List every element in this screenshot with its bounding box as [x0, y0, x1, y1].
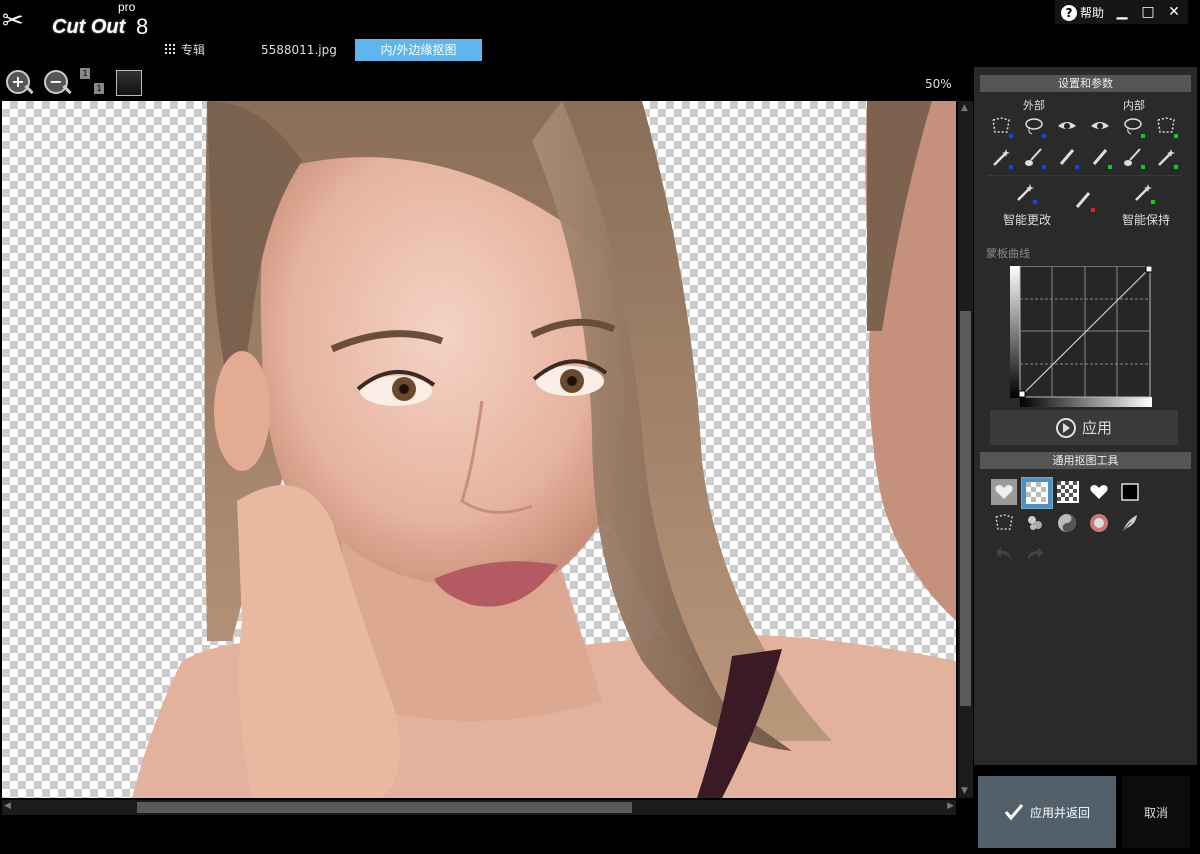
scroll-left-icon[interactable]: ◀: [4, 801, 11, 811]
mask-curve-graph[interactable]: [1010, 266, 1152, 408]
contrast-button[interactable]: [1054, 510, 1080, 536]
logo-edition: pro: [118, 0, 136, 14]
view-black-button[interactable]: [1117, 479, 1143, 505]
inside-lasso-poly-button[interactable]: [1153, 113, 1179, 139]
tools-panel-title: 通用抠图工具: [980, 452, 1191, 469]
actual-size-button[interactable]: 1 1: [80, 68, 106, 98]
polygon-lasso-icon: [995, 514, 1013, 530]
inside-pencil-button[interactable]: [1087, 144, 1113, 170]
feather-icon: [1122, 515, 1137, 532]
eye-icon: [1091, 122, 1109, 129]
undo-button[interactable]: [991, 541, 1017, 567]
zoom-level: 50%: [925, 77, 952, 91]
settings-panel-title: 设置和参数: [980, 75, 1191, 92]
outside-wand-button[interactable]: [988, 144, 1014, 170]
help-icon: ?: [1060, 4, 1077, 21]
feather-button[interactable]: [1117, 510, 1143, 536]
yin-yang-icon: [1058, 514, 1076, 532]
outside-lasso-poly-button[interactable]: [988, 113, 1014, 139]
tab-file-label: 5588011.jpg: [261, 43, 337, 57]
logo-text: Cut Out: [52, 16, 126, 38]
actual-size-icon: 1: [80, 68, 90, 79]
inside-label: 内部: [1123, 99, 1145, 112]
checkerboard-icon: [1026, 482, 1048, 504]
smart-keep-label: 智能保持: [1122, 213, 1171, 227]
smooth-button[interactable]: [1022, 510, 1048, 536]
image-canvas[interactable]: [2, 101, 956, 798]
tab-album[interactable]: 专辑: [164, 39, 205, 61]
color-correction-button[interactable]: [1086, 510, 1112, 536]
tab-edge-cutout[interactable]: 内/外边缘抠图: [355, 39, 482, 61]
scroll-down-icon[interactable]: ▼: [961, 786, 968, 796]
tab-edge-cutout-label: 内/外边缘抠图: [380, 43, 457, 57]
apply-and-return-button[interactable]: 应用并返回: [978, 776, 1116, 848]
play-icon: [1055, 417, 1076, 438]
close-icon: ✕: [1168, 4, 1180, 20]
cancel-label: 取消: [1143, 805, 1168, 820]
scissors-icon: ✂: [2, 6, 24, 36]
smart-keep-wand-button[interactable]: [1130, 179, 1156, 205]
apply-label: 应用: [1081, 419, 1112, 437]
black-background-icon: [1121, 483, 1139, 501]
app-logo: ✂ Cut Out pro 8: [0, 0, 160, 40]
smart-change-label: 智能更改: [1003, 213, 1052, 227]
undo-icon: [996, 547, 1011, 560]
smart-change-wand-button[interactable]: [1012, 179, 1038, 205]
help-button[interactable]: ? 帮助: [1060, 4, 1104, 21]
scroll-up-icon[interactable]: ▲: [961, 103, 968, 113]
view-transparent-button[interactable]: [1021, 477, 1053, 509]
outside-label: 外部: [1023, 99, 1045, 112]
cancel-button[interactable]: 取消: [1122, 776, 1190, 848]
close-button[interactable]: ✕: [1166, 4, 1182, 20]
outside-brush-button[interactable]: [1021, 144, 1047, 170]
view-original-button[interactable]: [991, 479, 1017, 505]
outside-pencil-button[interactable]: [1054, 144, 1080, 170]
cutout-photo: [132, 101, 956, 798]
help-label: 帮助: [1079, 5, 1104, 20]
view-result-button[interactable]: [1086, 479, 1112, 505]
inside-wand-button[interactable]: [1153, 144, 1179, 170]
window-controls: ? 帮助 ▁ □ ✕: [1054, 0, 1188, 24]
smooth-icon: [1028, 516, 1042, 530]
inside-brush-button[interactable]: [1120, 144, 1146, 170]
maximize-button[interactable]: □: [1140, 4, 1156, 20]
maximize-icon: □: [1141, 4, 1155, 20]
smart-pencil-button[interactable]: [1070, 187, 1096, 213]
minimize-button[interactable]: ▁: [1114, 4, 1130, 20]
outside-lasso-button[interactable]: [1021, 113, 1047, 139]
color-ball-icon: [1090, 514, 1108, 532]
apply-and-return-label: 应用并返回: [1029, 805, 1090, 820]
apply-button[interactable]: 应用: [990, 410, 1178, 445]
redo-icon: [1028, 547, 1043, 560]
tab-album-label: 专辑: [181, 43, 206, 57]
grid-icon: [164, 43, 176, 55]
mask-curve-label: 蒙板曲线: [986, 247, 1030, 260]
outside-eye-button[interactable]: [1054, 113, 1080, 139]
zoom-in-icon: +: [6, 70, 30, 94]
eye-icon: [1058, 122, 1076, 129]
inside-eye-button[interactable]: [1087, 113, 1113, 139]
redo-button[interactable]: [1022, 541, 1048, 567]
zoom-out-icon: −: [44, 70, 68, 94]
tab-file[interactable]: 5588011.jpg: [261, 39, 337, 61]
scroll-right-icon[interactable]: ▶: [947, 801, 954, 811]
fit-screen-button[interactable]: [116, 70, 142, 96]
heart-icon: [995, 485, 1013, 499]
inside-lasso-button[interactable]: [1120, 113, 1146, 139]
horizontal-scrollbar[interactable]: ◀ ▶: [2, 800, 956, 815]
horizontal-scroll-thumb[interactable]: [137, 802, 632, 813]
zoom-in-button[interactable]: +: [4, 68, 34, 98]
settings-panel: 设置和参数 外部 内部 智能更改 智能保持 蒙板曲线 应用 通用抠图工具: [974, 67, 1197, 765]
minimize-icon: ▁: [1116, 4, 1128, 20]
check-icon: [1004, 804, 1024, 821]
zoom-out-button[interactable]: −: [42, 68, 72, 98]
view-checker-button[interactable]: [1055, 479, 1081, 505]
select-area-button[interactable]: [991, 510, 1017, 536]
vertical-scrollbar[interactable]: ▲ ▼: [958, 101, 973, 798]
heart-icon: [1090, 485, 1108, 499]
vertical-scroll-thumb[interactable]: [960, 311, 971, 706]
logo-version: 8: [136, 14, 149, 39]
checkerboard-icon: [1057, 481, 1079, 503]
